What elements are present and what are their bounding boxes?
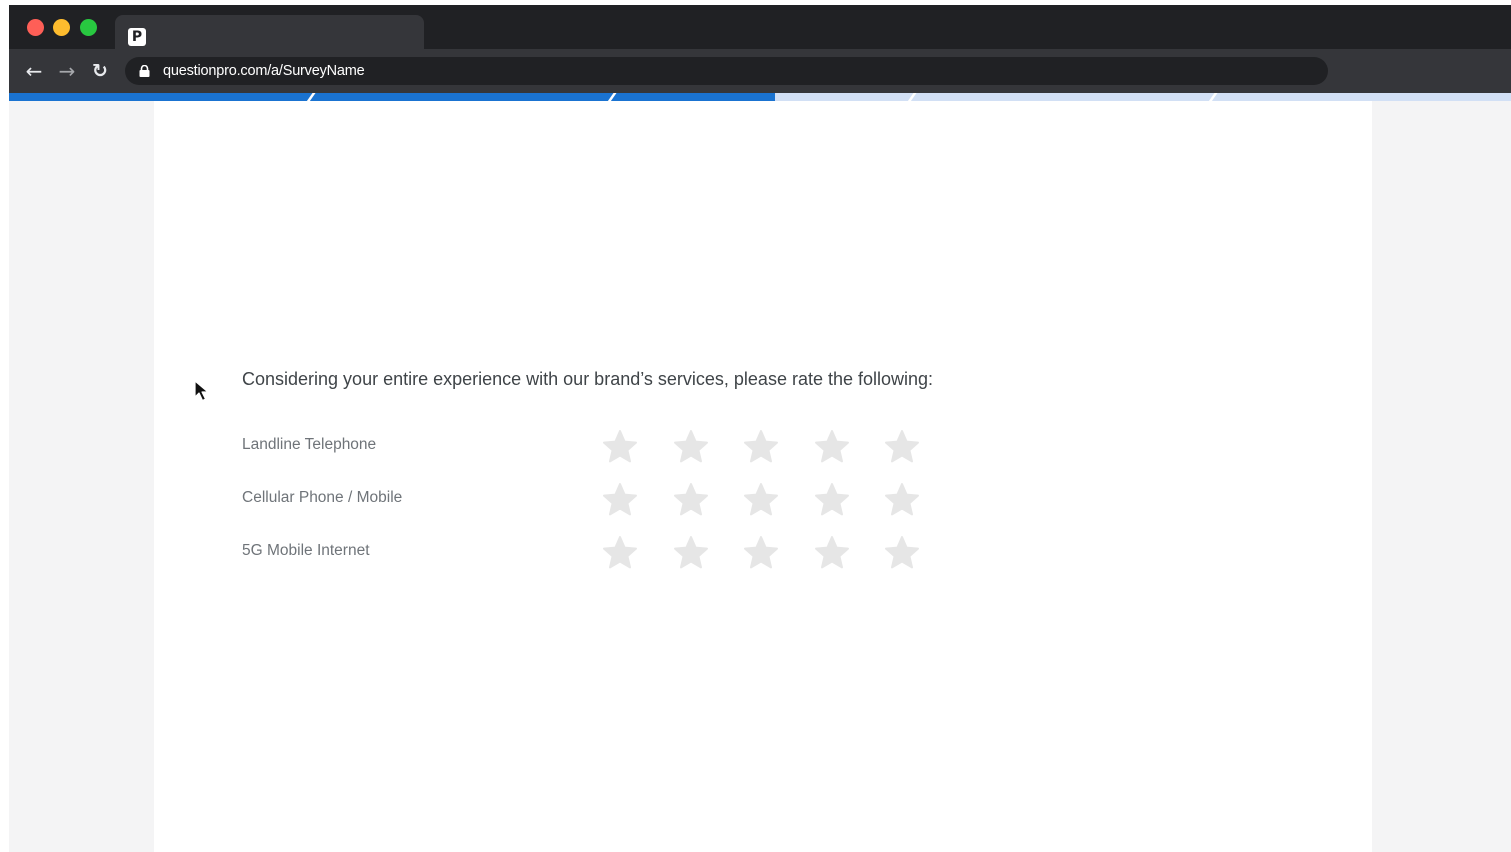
- survey-page: Considering your entire experience with …: [154, 101, 1372, 852]
- progress-segment-divider: [1205, 93, 1219, 101]
- star-rating-icon[interactable]: [743, 535, 779, 569]
- star-rating-icon[interactable]: [884, 535, 920, 569]
- star-rating-icon[interactable]: [602, 429, 638, 463]
- star-rating-icon[interactable]: [884, 482, 920, 516]
- questionpro-favicon-icon: P: [128, 28, 146, 46]
- browser-tab[interactable]: P: [115, 15, 424, 49]
- question-text: Considering your entire experience with …: [242, 369, 934, 389]
- star-rating-icon[interactable]: [814, 429, 850, 463]
- star-rating-icon[interactable]: [814, 482, 850, 516]
- close-window-button[interactable]: [27, 19, 44, 36]
- star-rating-icon[interactable]: [673, 482, 709, 516]
- rating-row: 5G Mobile Internet: [154, 532, 1372, 572]
- survey-progress-bar: [9, 93, 1511, 101]
- rating-row-label: 5G Mobile Internet: [242, 542, 370, 559]
- progress-segment-divider: [905, 93, 919, 101]
- star-rating-icon[interactable]: [743, 482, 779, 516]
- url-text: questionpro.com/a/SurveyName: [163, 63, 365, 79]
- rating-row: Cellular Phone / Mobile: [154, 479, 1372, 519]
- star-rating-icon[interactable]: [602, 482, 638, 516]
- mouse-pointer-icon: [194, 380, 209, 402]
- tab-bar: P: [9, 5, 1511, 49]
- rating-row: Landline Telephone: [154, 426, 1372, 466]
- browser-toolbar: ← → ↻ questionpro.com/a/SurveyName: [9, 49, 1511, 93]
- survey-progress-fill: [9, 93, 776, 101]
- rating-row-label: Landline Telephone: [242, 436, 377, 453]
- star-rating-icon[interactable]: [884, 429, 920, 463]
- lock-icon: [139, 65, 150, 77]
- rating-row-label: Cellular Phone / Mobile: [242, 489, 403, 506]
- reload-icon[interactable]: ↻: [83, 57, 117, 85]
- minimize-window-button[interactable]: [53, 19, 70, 36]
- star-rating-icon[interactable]: [673, 535, 709, 569]
- address-bar[interactable]: questionpro.com/a/SurveyName: [125, 57, 1328, 85]
- back-arrow-icon[interactable]: ←: [17, 57, 51, 85]
- star-rating-icon[interactable]: [602, 535, 638, 569]
- star-rating-icon[interactable]: [814, 535, 850, 569]
- browser-window: P ← → ↻ questionpro.com/a/SurveyName Con…: [9, 5, 1511, 852]
- star-rating-icon[interactable]: [743, 429, 779, 463]
- forward-arrow-icon[interactable]: →: [50, 57, 84, 85]
- maximize-window-button[interactable]: [80, 19, 97, 36]
- star-rating-icon[interactable]: [673, 429, 709, 463]
